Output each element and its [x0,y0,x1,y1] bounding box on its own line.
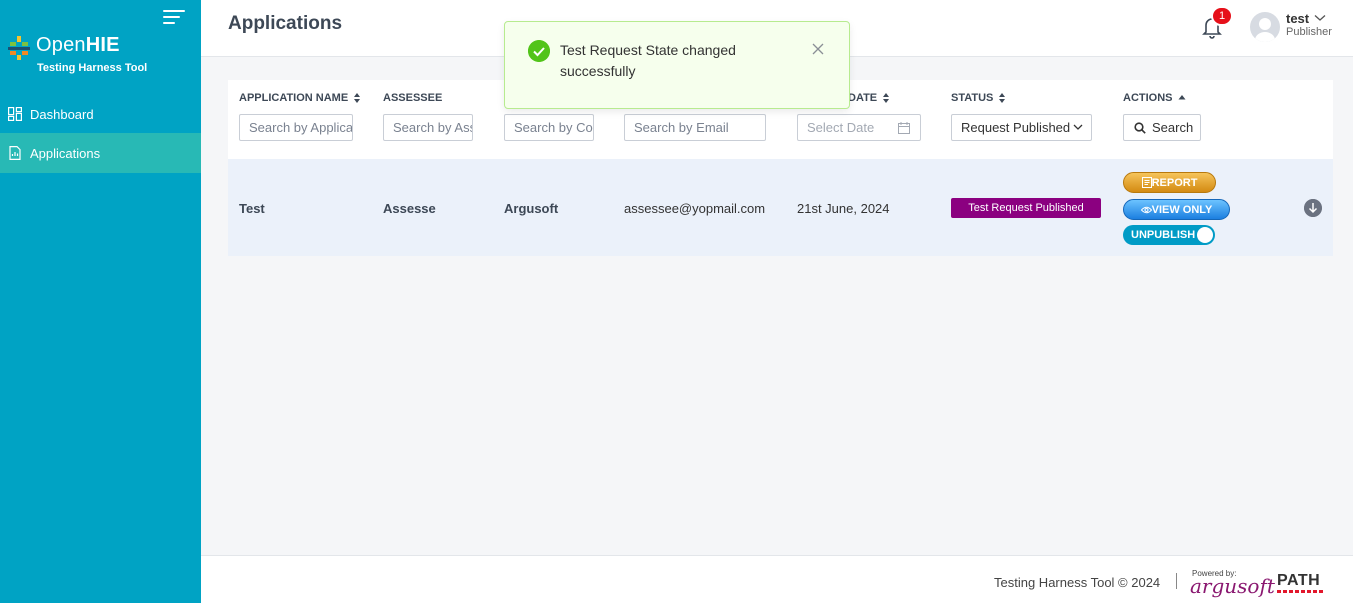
cell-company: Argusoft [504,201,559,216]
column-header-actions[interactable]: ACTIONS [1123,92,1186,104]
view-only-button[interactable]: VIEW ONLY [1123,199,1230,220]
table-row: Test Assesse Argusoft assessee@yopmail.c… [228,159,1333,256]
expand-row-icon[interactable] [1304,199,1322,217]
status-badge: Test Request Published [951,198,1101,218]
sort-icon[interactable] [353,93,361,103]
assessee-filter-input[interactable]: Search by Assessee [383,114,473,141]
logo-subtitle: Testing Harness Tool [37,62,148,74]
cell-email: assessee@yopmail.com [624,201,766,216]
status-filter-select[interactable]: Request Published [951,114,1092,141]
page-title: Applications [228,13,343,34]
eye-icon [1140,206,1152,213]
check-circle-icon [528,40,550,62]
footer-divider [1176,573,1177,589]
user-name[interactable]: test [1286,11,1309,26]
search-button[interactable]: Search [1123,114,1201,141]
path-logo: PATH [1277,572,1321,589]
cell-application-name: Test [239,201,265,216]
applications-icon [9,146,21,160]
footer-copyright: Testing Harness Tool © 2024 [994,575,1161,590]
unpublish-toggle[interactable]: UNPUBLISH [1123,225,1215,245]
avatar[interactable] [1250,12,1280,42]
chevron-down-icon[interactable] [1314,14,1326,22]
path-logo-mark [1277,590,1325,593]
company-filter-input[interactable]: Search by Company [504,114,594,141]
logo-text: OpenHIE [36,34,120,56]
chevron-down-icon [1073,124,1083,130]
notification-badge: 1 [1211,6,1233,26]
application-name-filter-input[interactable]: Search by Application [239,114,353,141]
sort-icon[interactable] [998,93,1006,103]
column-header-date[interactable]: DATE [848,92,890,104]
argusoft-logo: argusoft [1190,574,1275,598]
dashboard-icon [8,107,22,121]
email-filter-input[interactable]: Search by Email [624,114,766,141]
sidebar-item-applications[interactable]: Applications [0,133,201,173]
openhie-logo: OpenHIE Testing Harness Tool [8,34,198,78]
close-icon[interactable] [811,42,825,56]
openhie-logo-icon [8,36,30,60]
sidebar-item-label: Dashboard [30,106,94,122]
column-header-status[interactable]: STATUS [951,92,1006,104]
success-toast: Test Request State changed successfully [504,21,850,109]
search-icon [1134,121,1146,134]
sidebar: OpenHIE Testing Harness Tool Dashboard A… [0,0,201,603]
sort-icon[interactable] [882,93,890,103]
calendar-icon [898,122,910,134]
date-filter-input[interactable]: Select Date [797,114,921,141]
toggle-knob [1197,227,1213,243]
footer: Testing Harness Tool © 2024 Powered by: … [201,555,1353,603]
sidebar-item-dashboard[interactable]: Dashboard [0,94,201,134]
menu-toggle-icon[interactable] [163,9,185,25]
document-icon [1141,177,1152,188]
sort-asc-icon[interactable] [1178,93,1186,103]
cell-date: 21st June, 2024 [797,201,890,216]
column-header-assessee: ASSESSEE [383,92,443,104]
user-role: Publisher [1286,26,1332,38]
report-button[interactable]: REPORT [1123,172,1216,193]
user-avatar-icon [1255,18,1275,42]
toast-message: Test Request State changed successfully [560,42,736,79]
column-header-application-name[interactable]: APPLICATION NAME [239,92,361,104]
cell-assessee: Assesse [383,201,436,216]
sidebar-item-label: Applications [30,145,101,161]
